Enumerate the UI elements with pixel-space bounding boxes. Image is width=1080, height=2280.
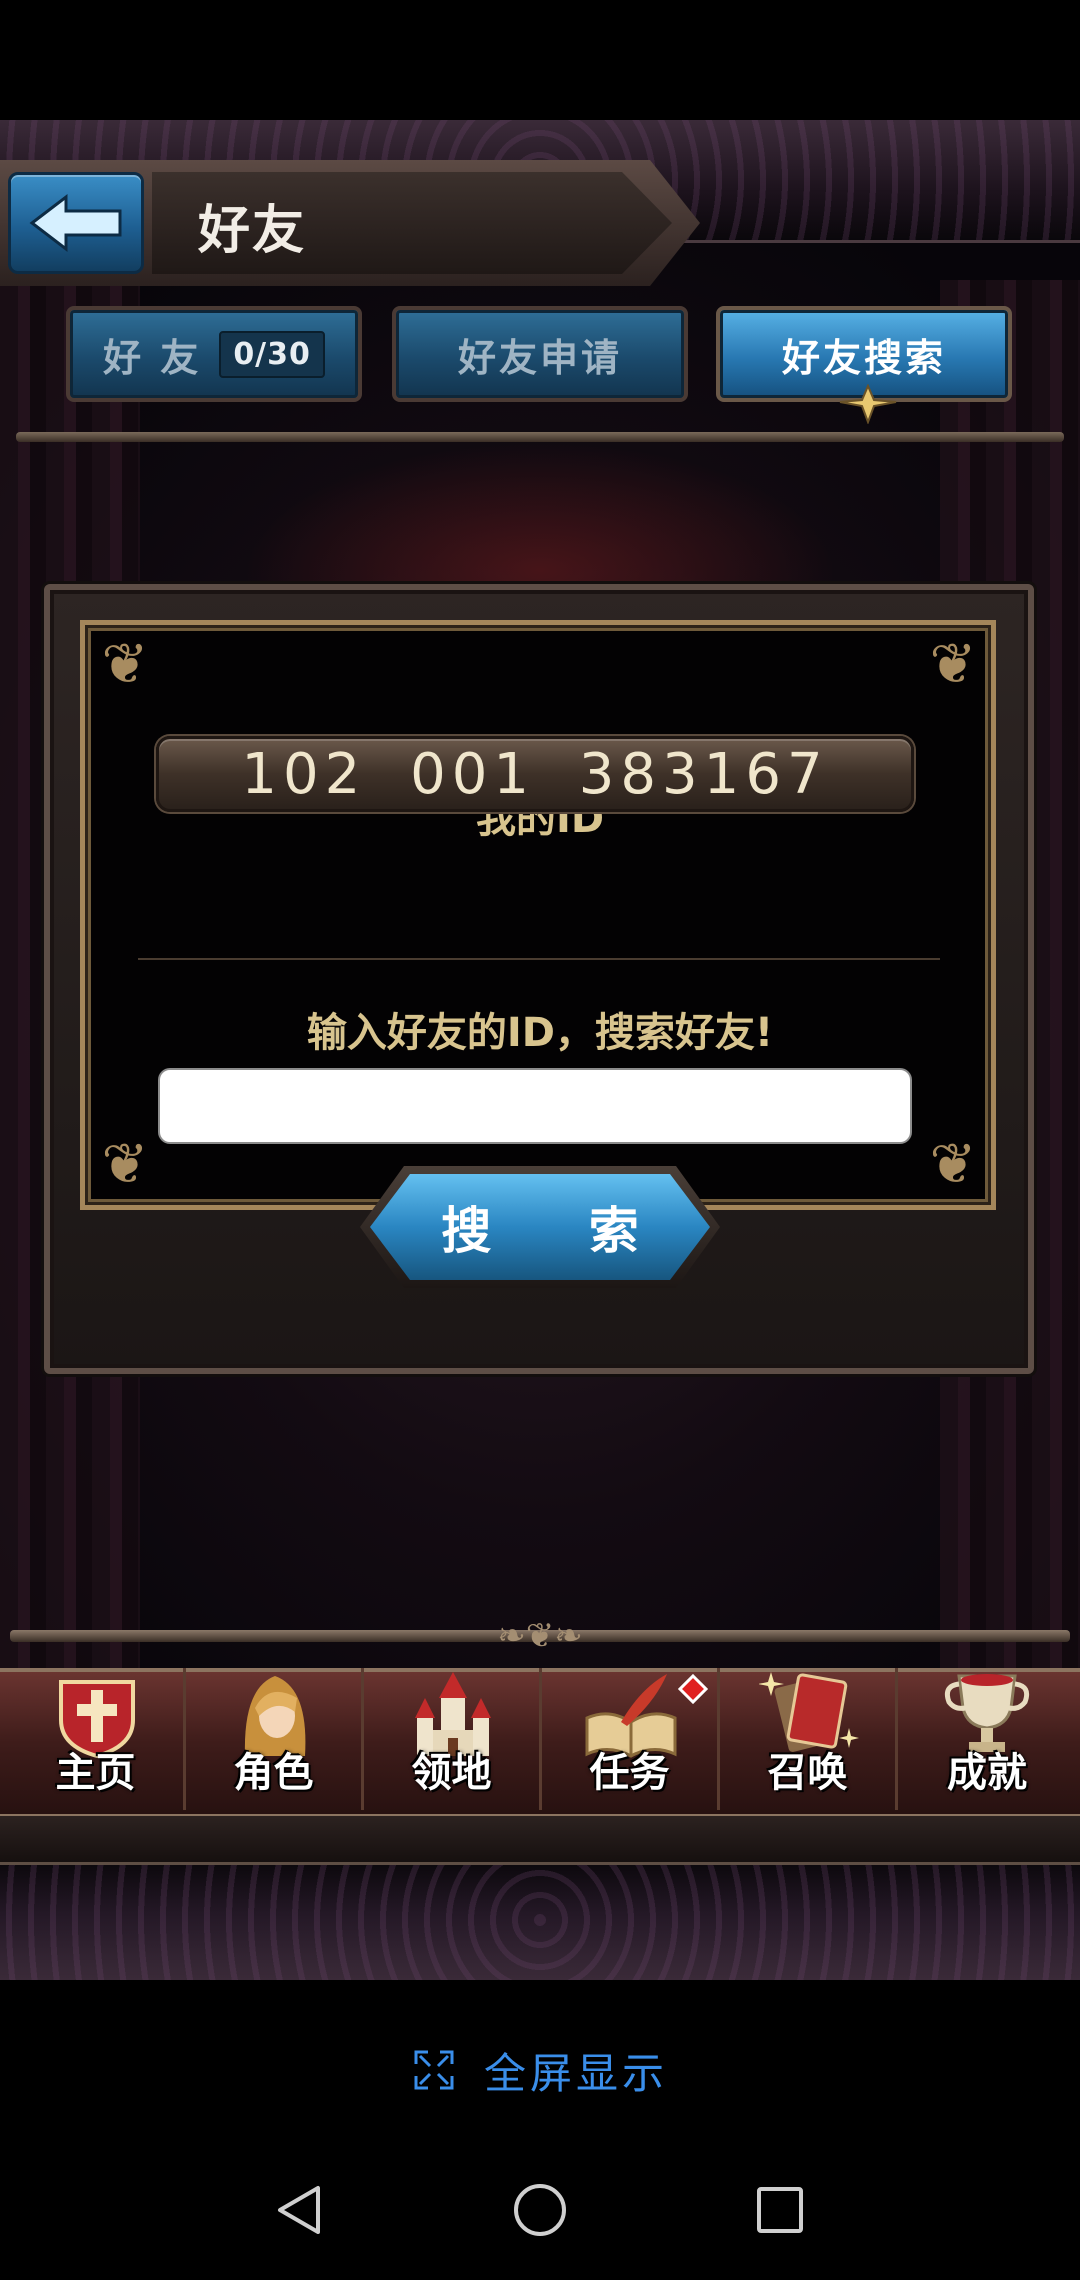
back-button[interactable] xyxy=(8,172,144,274)
my-id-value: 102 001 383167 xyxy=(156,736,914,812)
nav-label: 领地 xyxy=(411,1750,492,1796)
nav-item-territory[interactable]: 领地 xyxy=(364,1668,542,1810)
nav-label: 成就 xyxy=(947,1750,1027,1796)
nav-label: 召唤 xyxy=(767,1750,848,1796)
ornate-bottom-band xyxy=(0,1860,1080,1980)
active-tab-marker-icon xyxy=(839,384,897,424)
nav-label: 角色 xyxy=(233,1750,314,1796)
tab-friends-label: 好 友 xyxy=(103,335,202,380)
nav-item-achievements[interactable]: 成就 xyxy=(898,1668,1076,1810)
search-prompt: 输入好友的ID，搜索好友! xyxy=(306,1010,774,1056)
back-nav-icon[interactable] xyxy=(270,2180,330,2240)
ornament-corner-icon: ❦ xyxy=(101,632,149,697)
ornament-corner-icon: ❦ xyxy=(929,632,977,697)
nav-label: 任务 xyxy=(589,1750,670,1796)
nav-item-quests[interactable]: 任务 xyxy=(542,1668,720,1810)
tab-friend-requests-label: 好友申请 xyxy=(457,335,622,380)
expand-icon xyxy=(414,2050,454,2090)
tab-friend-requests[interactable]: 好友申请 xyxy=(392,306,688,402)
friend-count-badge: 0/30 xyxy=(219,330,325,378)
page-title: 好友 xyxy=(198,201,307,261)
nav-ornament-icon: ❧❦❧ xyxy=(497,1616,583,1656)
friend-id-input[interactable] xyxy=(158,1068,912,1144)
fullscreen-button[interactable]: 全屏显示 xyxy=(0,2040,1080,2100)
nav-item-character[interactable]: 角色 xyxy=(186,1668,364,1810)
fullscreen-label: 全屏显示 xyxy=(483,2048,668,2098)
home-nav-icon[interactable] xyxy=(510,2180,570,2240)
tab-friend-search-label: 好友搜索 xyxy=(781,335,946,380)
tab-divider xyxy=(16,432,1064,442)
nav-base-frame xyxy=(0,1816,1080,1865)
ornament-corner-icon: ❦ xyxy=(101,1132,149,1197)
ornament-corner-icon: ❦ xyxy=(929,1132,977,1197)
panel-separator xyxy=(138,958,940,960)
tab-friends[interactable]: 好 友 0/30 xyxy=(66,306,362,402)
nav-item-home[interactable]: 主页 xyxy=(8,1668,186,1810)
nav-item-summon[interactable]: 召唤 xyxy=(720,1668,898,1810)
notification-badge-icon xyxy=(678,1674,708,1704)
nav-label: 主页 xyxy=(55,1750,136,1796)
recents-nav-icon[interactable] xyxy=(750,2180,810,2240)
arrow-left-icon xyxy=(29,193,122,253)
search-button[interactable]: 搜 索 xyxy=(370,1174,710,1280)
